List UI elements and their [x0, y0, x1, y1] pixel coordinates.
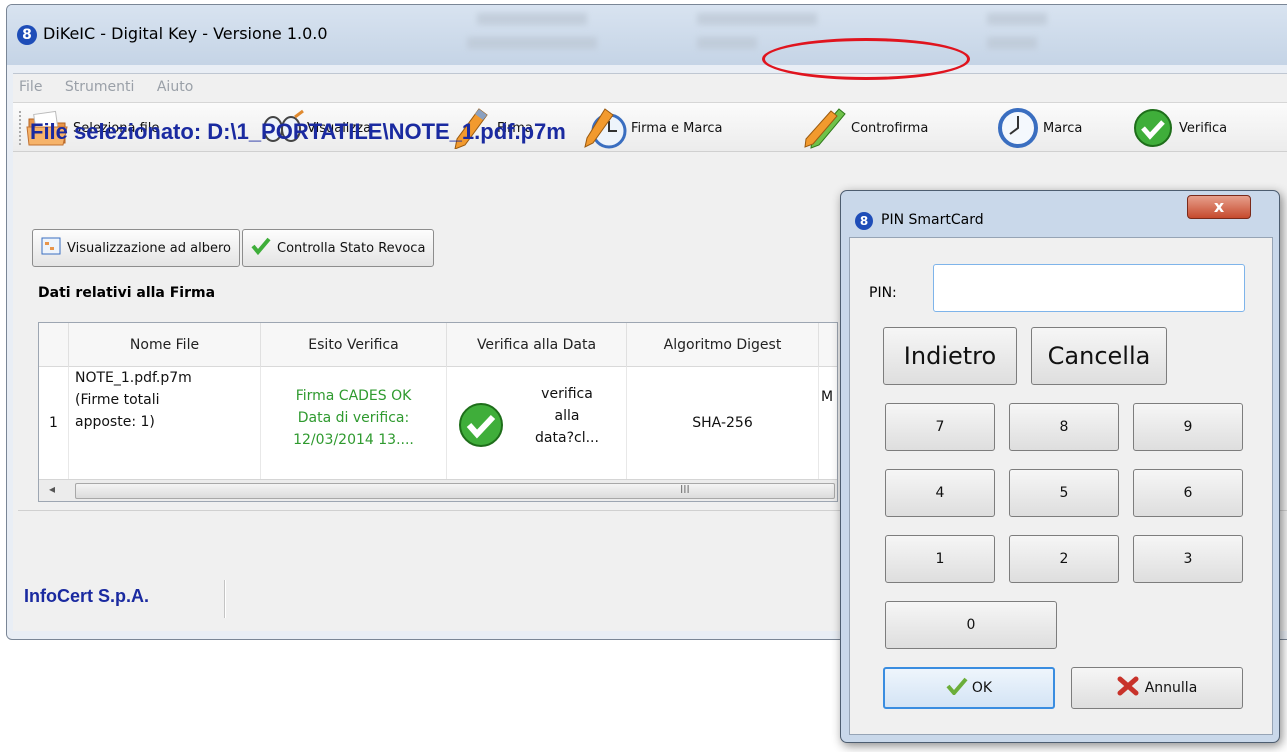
- signature-grid: Nome File Esito Verifica Verifica alla D…: [38, 322, 838, 502]
- key-1-button[interactable]: 1: [885, 535, 995, 583]
- grid-header: Nome File Esito Verifica Verifica alla D…: [39, 323, 837, 367]
- cell-file: NOTE_1.pdf.p7m (Firme totali apposte: 1): [69, 367, 261, 479]
- tree-view-button[interactable]: Visualizzazione ad albero: [32, 229, 240, 267]
- pin-dialog-title: PIN SmartCard: [881, 212, 984, 228]
- success-check-icon: [457, 401, 505, 453]
- key-9-button[interactable]: 9: [1133, 403, 1243, 451]
- cell-verifica-line: alla: [554, 408, 580, 424]
- cancel-button[interactable]: Annulla: [1071, 667, 1243, 709]
- cancel-label: Annulla: [1144, 680, 1198, 696]
- key-5-button[interactable]: 5: [1009, 469, 1119, 517]
- verify-button[interactable]: Verifica: [1131, 107, 1227, 149]
- check-revocation-button[interactable]: Controlla Stato Revoca: [242, 229, 435, 267]
- scroll-thumb[interactable]: III: [75, 483, 835, 499]
- cell-clipped: M: [821, 389, 834, 405]
- cell-esito-line: 12/03/2014 13....: [293, 432, 414, 448]
- tree-view-label: Visualizzazione ad albero: [67, 240, 231, 256]
- key-0-button[interactable]: 0: [885, 601, 1057, 649]
- sign-and-stamp-label: Firma e Marca: [631, 120, 723, 136]
- toolbar-grip[interactable]: [19, 111, 22, 145]
- table-row[interactable]: 1 NOTE_1.pdf.p7m (Firme totali apposte: …: [39, 367, 837, 479]
- key-6-button[interactable]: 6: [1133, 469, 1243, 517]
- status-divider: [224, 580, 226, 618]
- column-esito-verifica[interactable]: Esito Verifica: [261, 323, 447, 367]
- close-button[interactable]: x: [1187, 195, 1251, 219]
- menu-strumenti[interactable]: Strumenti: [65, 74, 135, 100]
- key-8-button[interactable]: 8: [1009, 403, 1119, 451]
- menu-bar: File Strumenti Aiuto: [19, 74, 211, 100]
- cancel-x-icon: [1117, 676, 1139, 700]
- verify-label: Verifica: [1179, 120, 1228, 136]
- menu-file[interactable]: File: [19, 74, 42, 100]
- row-header-corner: [39, 323, 69, 367]
- pin-input[interactable]: [933, 264, 1245, 312]
- ok-label: OK: [971, 680, 993, 696]
- scroll-left-arrow-icon[interactable]: ◂: [49, 482, 55, 496]
- pen-clock-icon: [583, 107, 629, 149]
- countersign-button[interactable]: Controfirma: [803, 107, 928, 149]
- app-logo-icon: 8: [17, 25, 37, 45]
- checkmark-icon: [251, 237, 271, 259]
- green-pen-icon: [803, 107, 849, 149]
- ok-button[interactable]: OK: [883, 667, 1055, 709]
- key-3-button[interactable]: 3: [1133, 535, 1243, 583]
- back-button[interactable]: Indietro: [883, 327, 1017, 385]
- status-company: InfoCert S.p.A.: [24, 586, 149, 606]
- cell-digest: SHA-256: [627, 367, 819, 479]
- cell-verifica-line: verifica: [541, 386, 593, 402]
- cell-esito: Firma CADES OK Data di verifica: 12/03/2…: [261, 367, 447, 479]
- cell-file-line: (Firme totali: [75, 392, 160, 408]
- signature-data-label: Dati relativi alla Firma: [38, 285, 216, 301]
- key-4-button[interactable]: 4: [885, 469, 995, 517]
- view-options-row: Visualizzazione ad albero Controlla Stat…: [32, 229, 435, 267]
- pin-dialog: 8 PIN SmartCard x PIN: Indietro Cancella…: [840, 190, 1280, 743]
- key-2-button[interactable]: 2: [1009, 535, 1119, 583]
- tree-view-icon: [41, 237, 61, 259]
- row-index: 1: [39, 367, 69, 479]
- column-nome-file[interactable]: Nome File: [69, 323, 261, 367]
- cell-esito-line: Data di verifica:: [297, 410, 410, 426]
- pin-dialog-title-bar[interactable]: 8 PIN SmartCard x: [841, 191, 1279, 237]
- check-icon: [1131, 107, 1177, 149]
- column-algoritmo-digest[interactable]: Algoritmo Digest: [627, 323, 819, 367]
- cell-verifica-line: data?cl...: [535, 430, 599, 446]
- selected-file-heading: File selezionato: D:\1_PORTATILE\NOTE_1.…: [30, 119, 566, 144]
- scroll-grip-marker: III: [680, 483, 690, 496]
- countersign-label: Controfirma: [851, 120, 929, 136]
- ok-check-icon: [946, 677, 968, 699]
- horizontal-scrollbar[interactable]: ◂ III: [39, 479, 837, 501]
- cell-file-line: NOTE_1.pdf.p7m: [75, 370, 192, 386]
- pin-dialog-logo-icon: 8: [855, 212, 873, 230]
- timestamp-button[interactable]: Marca: [995, 107, 1082, 149]
- column-verifica-data[interactable]: Verifica alla Data: [447, 323, 627, 367]
- key-7-button[interactable]: 7: [885, 403, 995, 451]
- window-title: DiKeIC - Digital Key - Versione 1.0.0: [43, 24, 328, 43]
- pin-label: PIN:: [869, 285, 897, 301]
- cell-verifica-data: verifica alla data?cl...: [447, 367, 627, 479]
- sign-and-stamp-button[interactable]: Firma e Marca: [583, 107, 723, 149]
- cell-esito-line: Firma CADES OK: [295, 388, 412, 404]
- menu-aiuto[interactable]: Aiuto: [157, 74, 193, 100]
- check-revocation-label: Controlla Stato Revoca: [277, 240, 426, 256]
- countersign-highlight-ring: [762, 38, 970, 80]
- clear-button[interactable]: Cancella: [1031, 327, 1167, 385]
- timestamp-label: Marca: [1043, 120, 1083, 136]
- title-bar[interactable]: 8 DiKeIC - Digital Key - Versione 1.0.0: [7, 5, 1287, 65]
- cell-file-line: apposte: 1): [75, 414, 155, 430]
- clock-icon: [995, 107, 1041, 149]
